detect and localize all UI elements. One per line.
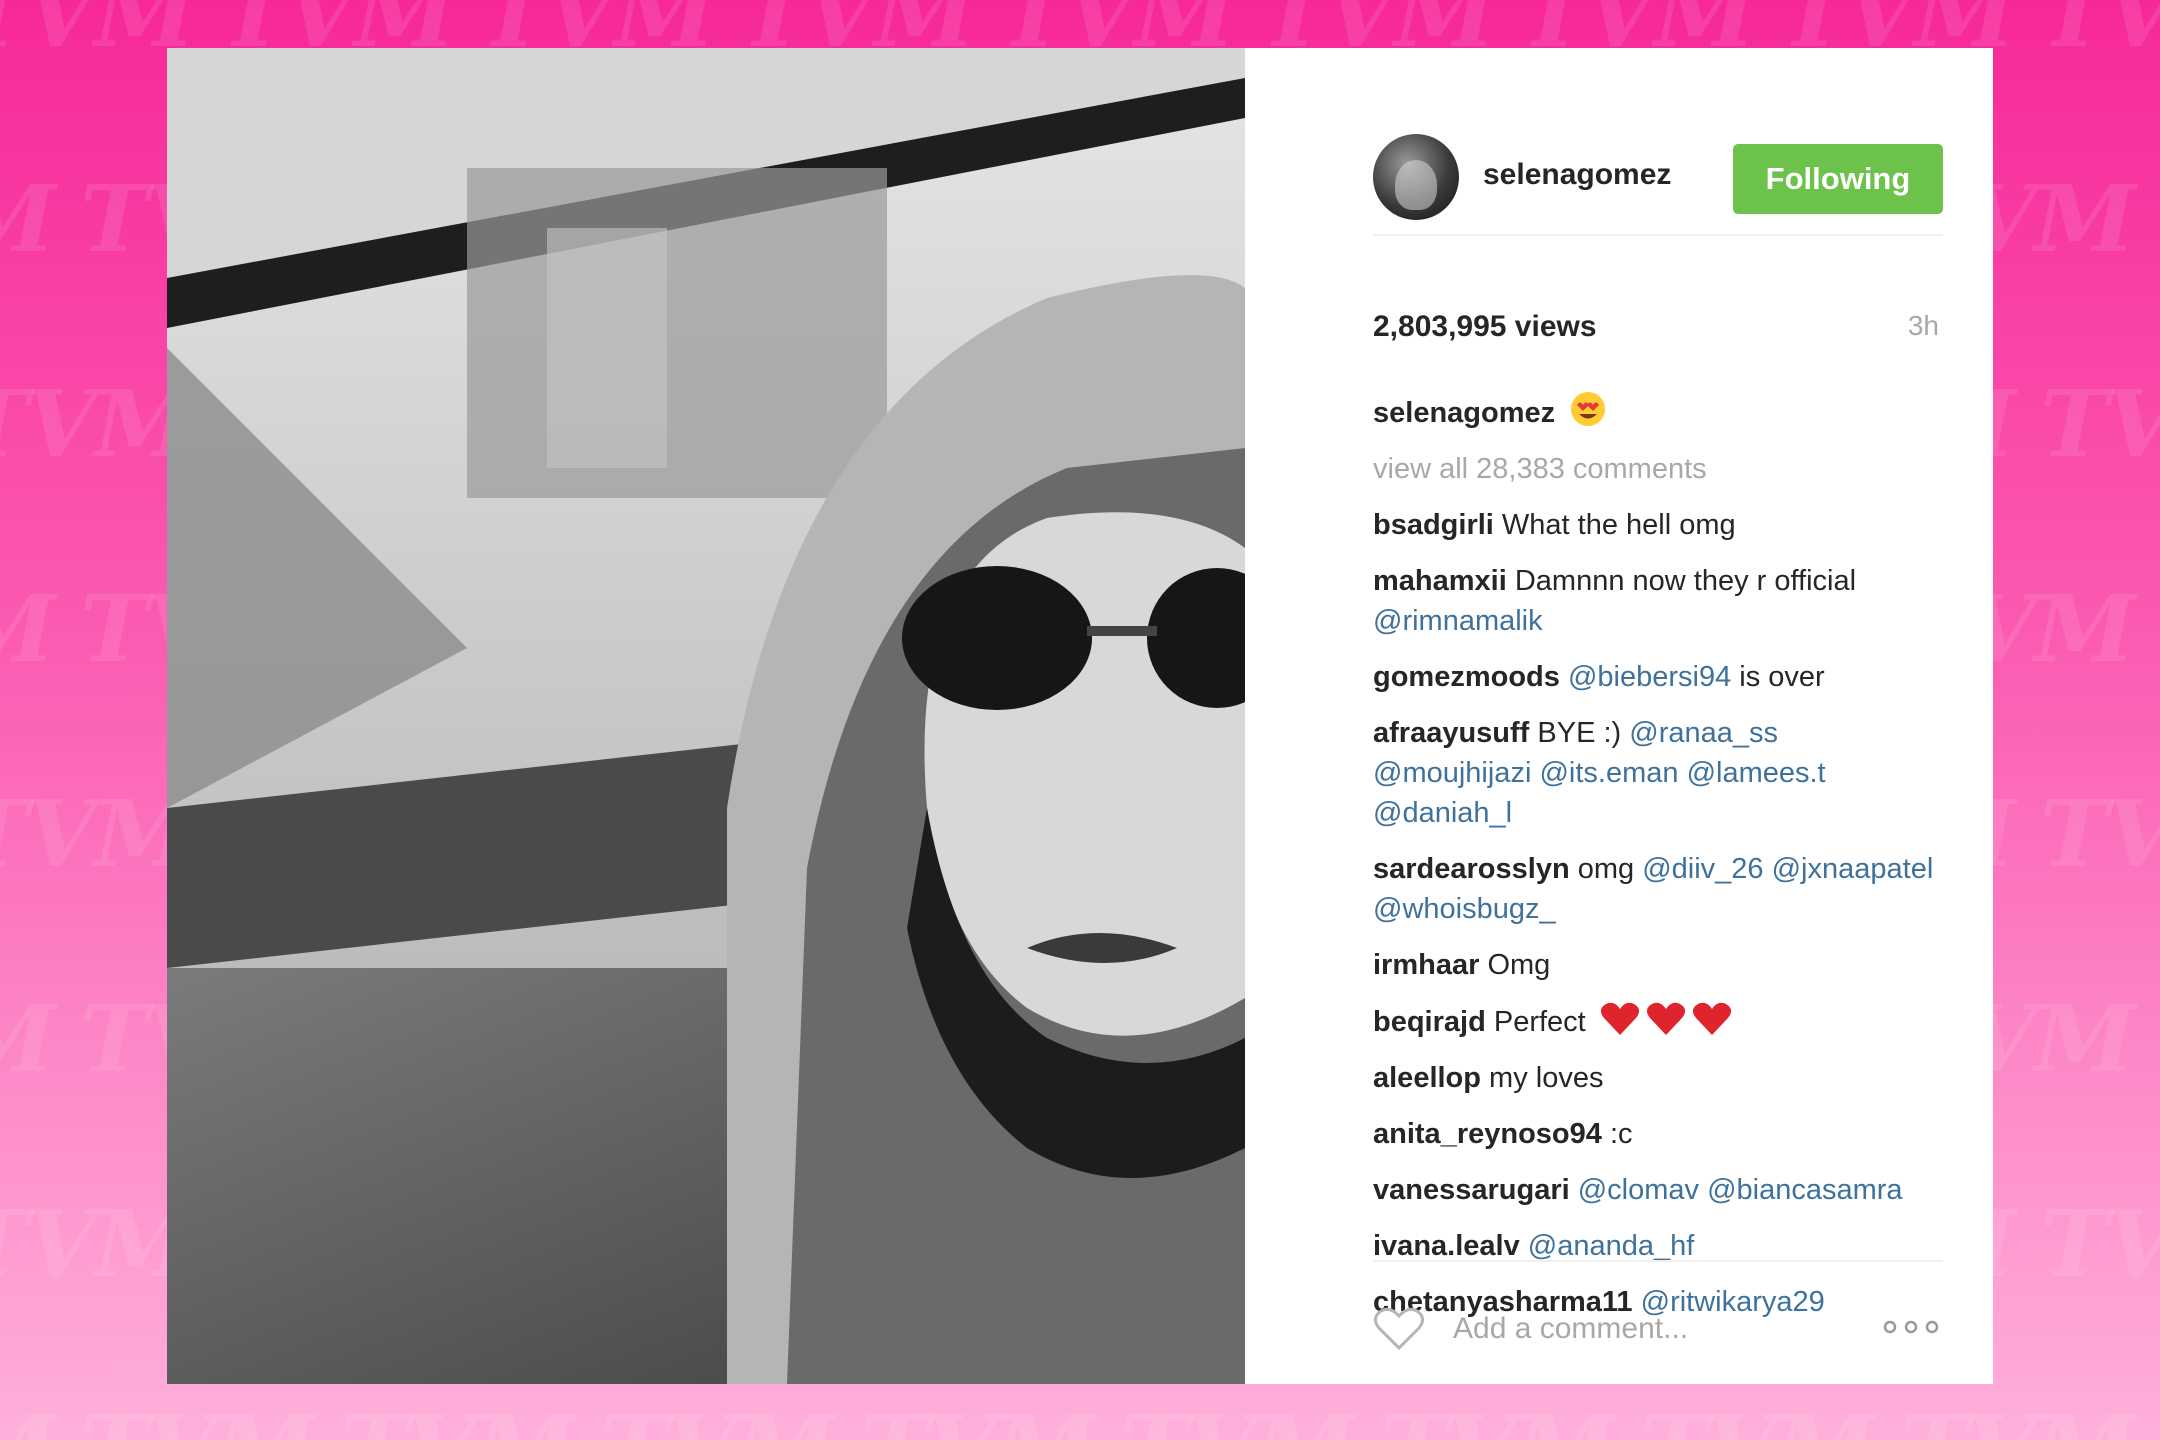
comment-text xyxy=(1933,853,1941,885)
watermark-logo: TVM xyxy=(2040,0,2160,68)
comment-row: bsadgirli What the hell omg xyxy=(1373,505,1943,545)
watermark-logo: TVM xyxy=(1120,1395,1380,1440)
comment-row: afraayusuff BYE :) @ranaa_ss @moujhijazi… xyxy=(1373,713,1943,833)
comment-row: gomezmoods @biebersi94 is over xyxy=(1373,657,1943,697)
comment-text: Damnnn now they r official xyxy=(1506,565,1865,597)
mention-link[interactable]: @daniah_l xyxy=(1373,797,1512,829)
following-button[interactable]: Following xyxy=(1733,144,1943,214)
watermark-logo: TVM xyxy=(2040,370,2160,478)
comment-row: irmhaar Omg xyxy=(1373,945,1943,985)
mention-link[interactable]: @diiv_26 xyxy=(1642,853,1763,885)
mention-link[interactable]: @ranaa_ss xyxy=(1629,717,1778,749)
post-meta: 2,803,995 views 3h xyxy=(1373,310,1943,358)
comment-username[interactable]: gomezmoods xyxy=(1373,661,1560,693)
comment-username[interactable]: irmhaar xyxy=(1373,949,1479,981)
comment-username[interactable]: sardearosslyn xyxy=(1373,853,1570,885)
watermark-logo: TVM xyxy=(340,1395,600,1440)
comment-username[interactable]: beqirajd xyxy=(1373,1006,1486,1038)
watermark-logo: TVM xyxy=(1640,1395,1900,1440)
watermark-logo: TVM xyxy=(860,1395,1120,1440)
author-username[interactable]: selenagomez xyxy=(1483,158,1671,192)
comment-username[interactable]: vanessarugari xyxy=(1373,1174,1570,1206)
mention-link[interactable]: @clomav xyxy=(1578,1174,1699,1206)
comment-text: What the hell omg xyxy=(1493,509,1736,541)
comment-text xyxy=(1520,1230,1528,1262)
watermark-logo: TVM xyxy=(0,165,80,273)
comment-text xyxy=(1699,1174,1707,1206)
watermark-logo: TVM xyxy=(600,1395,860,1440)
comment-username[interactable]: mahamxii xyxy=(1373,565,1507,597)
comment-username[interactable]: bsadgirli xyxy=(1373,509,1494,541)
mention-link[interactable]: @its.eman xyxy=(1539,757,1678,789)
comment-text xyxy=(1826,757,1834,789)
comment-text: is over xyxy=(1731,661,1825,693)
instagram-post: selenagomez Following 2,803,995 views 3h… xyxy=(167,48,1993,1384)
red-heart-emoji-icon xyxy=(1646,1002,1685,1035)
view-all-comments-link[interactable]: view all 28,383 comments xyxy=(1373,449,1943,489)
comment-text xyxy=(1570,1174,1578,1206)
comments-section: selenagomez view all 28,383 comments bsa… xyxy=(1373,390,1943,1338)
more-options-icon[interactable] xyxy=(1883,1320,1939,1334)
watermark-logo: TVM xyxy=(2040,1190,2160,1298)
watermark-logo: TVM xyxy=(1900,1395,2160,1440)
comment-text: Perfect xyxy=(1485,1006,1594,1038)
heart-outline-icon[interactable] xyxy=(1373,1306,1425,1352)
mention-link[interactable]: @rimnamalik xyxy=(1373,605,1543,637)
heart-eyes-emoji-icon xyxy=(1571,392,1606,426)
watermark-logo: TVM xyxy=(0,575,80,683)
watermark-logo: TVM xyxy=(1380,1395,1640,1440)
mention-link[interactable]: @biancasamra xyxy=(1707,1174,1902,1206)
caption: selenagomez xyxy=(1373,390,1943,433)
caption-username[interactable]: selenagomez xyxy=(1373,397,1555,429)
post-header: selenagomez Following xyxy=(1373,84,1943,236)
comment-text: my loves xyxy=(1481,1062,1604,1094)
mention-link[interactable]: @moujhijazi xyxy=(1373,757,1531,789)
comment-username[interactable]: aleellop xyxy=(1373,1062,1481,1094)
comment-row: mahamxii Damnnn now they r official @rim… xyxy=(1373,561,1943,641)
comment-text: :c xyxy=(1601,1118,1633,1150)
watermark-logo: TVM xyxy=(2040,780,2160,888)
comment-row: aleellop my loves xyxy=(1373,1058,1943,1098)
comment-username[interactable]: anita_reynoso94 xyxy=(1373,1118,1602,1150)
mention-link[interactable]: @whoisbugz_ xyxy=(1373,893,1556,925)
comment-row: anita_reynoso94 :c xyxy=(1373,1114,1943,1154)
mention-link[interactable]: @jxnaapatel xyxy=(1772,853,1934,885)
comment-text: BYE :) xyxy=(1529,717,1630,749)
comment-text xyxy=(1764,853,1772,885)
view-count: 2,803,995 views xyxy=(1373,310,1597,343)
post-time: 3h xyxy=(1907,310,1939,341)
watermark-logo: TVM xyxy=(0,1395,80,1440)
comment-row: beqirajd Perfect xyxy=(1373,1001,1943,1042)
comment-text xyxy=(1778,717,1786,749)
red-heart-emoji-icon xyxy=(1600,1002,1639,1035)
watermark-logo: TVM xyxy=(0,985,80,1093)
mention-link[interactable]: @biebersi94 xyxy=(1568,661,1731,693)
selfie-photo-image xyxy=(167,48,1245,1384)
comment-row: sardearosslyn omg @diiv_26 @jxnaapatel @… xyxy=(1373,849,1943,929)
mention-link[interactable]: @lamees.t xyxy=(1687,757,1826,789)
post-footer xyxy=(1373,1260,1943,1384)
post-photo[interactable] xyxy=(167,48,1245,1384)
comment-row: vanessarugari @clomav @biancasamra xyxy=(1373,1170,1943,1210)
comment-list: bsadgirli What the hell omg mahamxii Damn… xyxy=(1373,505,1943,1322)
comment-text xyxy=(1560,661,1568,693)
comment-text: omg xyxy=(1569,853,1643,885)
comment-username[interactable]: afraayusuff xyxy=(1373,717,1529,749)
comment-text xyxy=(1679,757,1687,789)
watermark-logo: TVM xyxy=(80,1395,340,1440)
comment-username[interactable]: ivana.lealv xyxy=(1373,1230,1520,1262)
red-heart-emoji-icon xyxy=(1692,1002,1731,1035)
comment-text: Omg xyxy=(1479,949,1551,981)
author-avatar[interactable] xyxy=(1373,134,1459,220)
post-sidebar: selenagomez Following 2,803,995 views 3h… xyxy=(1245,48,1993,1384)
mention-link[interactable]: @ananda_hf xyxy=(1528,1230,1695,1262)
add-comment-input[interactable] xyxy=(1451,1302,1905,1356)
